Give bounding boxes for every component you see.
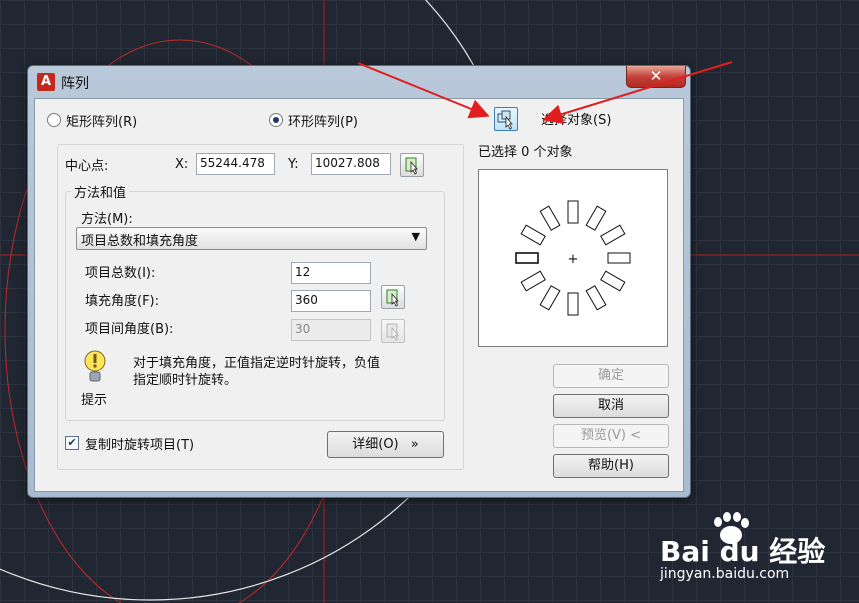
annotation-arrow-1 [357,62,490,119]
annotation-arrow-2 [542,61,733,124]
watermark-brand: Bai du 经验 [660,535,826,568]
watermark-url: jingyan.baidu.com [660,566,790,582]
